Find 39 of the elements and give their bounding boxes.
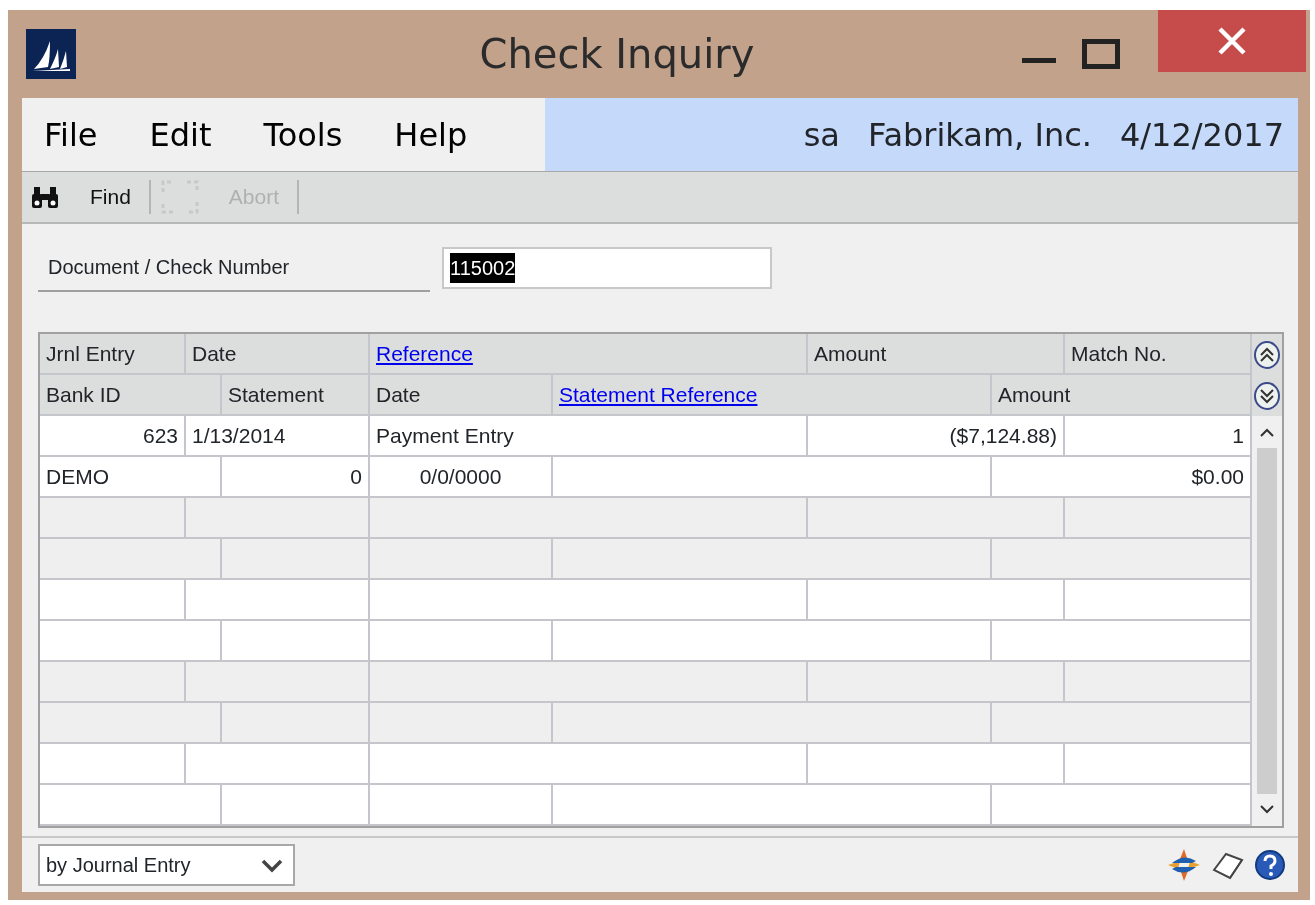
table-cell: 0/0/0000 [370, 457, 553, 496]
session-date: 4/12/2017 [1119, 114, 1284, 156]
column-header: Amount [808, 334, 1065, 373]
table-cell: DEMO [40, 457, 222, 496]
scroll-down-icon[interactable] [1258, 802, 1276, 816]
column-header-link[interactable]: Statement Reference [553, 375, 992, 414]
column-header: Jrnl Entry [40, 334, 186, 373]
field-label: Document / Check Number [38, 244, 430, 292]
table-cell: 1/13/2014 [186, 416, 370, 455]
menu-item[interactable]: Tools [263, 110, 343, 159]
user-name: sa [803, 114, 840, 156]
app-logo-icon [26, 29, 76, 79]
maximize-icon[interactable] [1082, 39, 1120, 69]
window-title: Check Inquiry [478, 30, 756, 79]
table-cell: 623 [40, 416, 186, 455]
column-header: Bank ID [40, 375, 222, 414]
document-number-field[interactable]: 115002 [442, 247, 772, 289]
table-cell: Payment Entry [370, 416, 808, 455]
collapse-rows-icon[interactable] [1253, 339, 1281, 370]
column-header: Statement [222, 375, 370, 414]
column-header: Match No. [1065, 334, 1252, 373]
menu-item[interactable]: Edit [149, 110, 212, 159]
close-button[interactable] [1158, 10, 1306, 72]
menu-item[interactable]: File [44, 110, 98, 159]
column-header: Date [370, 375, 553, 414]
table-cell: ($7,124.88) [808, 416, 1065, 455]
table-cell: 0 [222, 457, 370, 496]
chevron-down-icon [261, 857, 283, 873]
company-name: Fabrikam, Inc. [867, 114, 1092, 156]
column-header-link[interactable]: Reference [370, 334, 808, 373]
binoculars-icon [30, 184, 60, 210]
close-icon [1217, 26, 1247, 56]
column-header: Amount [992, 375, 1252, 414]
expand-rows-icon[interactable] [1253, 380, 1281, 411]
find-button[interactable]: Find [30, 181, 139, 213]
column-header: Date [186, 334, 370, 373]
help-icon[interactable] [1254, 849, 1286, 881]
menu-item[interactable]: Help [394, 110, 468, 159]
sort-dropdown[interactable]: by Journal Entry [38, 844, 295, 886]
